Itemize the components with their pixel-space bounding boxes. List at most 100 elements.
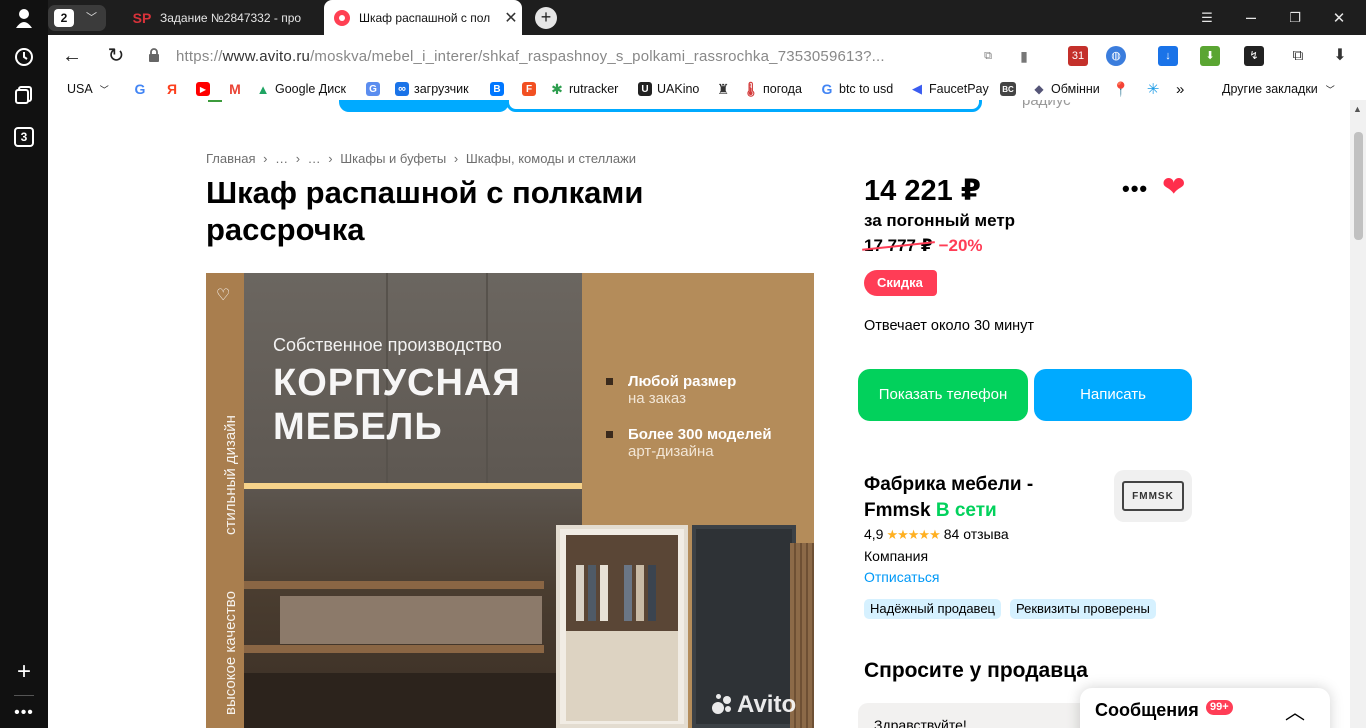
- tab-task[interactable]: SP Задание №2847332 - про: [123, 0, 321, 35]
- url-path: /moskva/mebel_i_interer/shkaf_raspashnoy…: [310, 48, 885, 65]
- unsubscribe-link[interactable]: Отписаться: [864, 569, 939, 585]
- chess-icon: ♜: [716, 80, 730, 97]
- gmail-icon: M: [229, 81, 241, 97]
- new-tab-button[interactable]: +: [535, 7, 557, 29]
- reply-time: Отвечает около 30 минут: [864, 318, 1035, 334]
- online-status: В сети: [935, 500, 997, 521]
- bookmark-translate[interactable]: G: [366, 80, 385, 98]
- globe-extension-icon[interactable]: ◍: [1106, 46, 1126, 66]
- listing-photo[interactable]: ♡ стильный дизайн высокое качество Собст…: [206, 273, 814, 728]
- bookmark-loader[interactable]: ∞ загрузчик: [395, 80, 469, 98]
- write-button[interactable]: Написать: [1034, 369, 1192, 421]
- bookmark-star[interactable]: ✳: [1146, 80, 1165, 98]
- close-window-icon[interactable]: ✕: [1318, 0, 1360, 35]
- bookmark-vk[interactable]: B: [490, 80, 509, 98]
- youtube-icon: ▶: [196, 82, 210, 96]
- discount-percent: −20%: [938, 236, 983, 255]
- tab-avito[interactable]: Шкаф распашной с пол ✕: [324, 0, 522, 35]
- avito-favicon-icon: [334, 9, 350, 26]
- bookmark-exchange[interactable]: ◆ Обмінни: [1032, 80, 1099, 98]
- tab-groups-counter[interactable]: 3: [9, 122, 39, 152]
- reload-icon[interactable]: ↻: [104, 44, 128, 68]
- bookmark-uakino[interactable]: U UAKino: [638, 80, 699, 98]
- breadcrumb-home[interactable]: Главная: [206, 151, 255, 166]
- bookmark-usa[interactable]: USA ﹀: [67, 80, 109, 98]
- vk-icon: B: [490, 82, 504, 96]
- badge-reliable-seller[interactable]: Надёжный продавец: [864, 599, 1001, 619]
- bookmark-icon[interactable]: ▮: [1014, 46, 1034, 66]
- minimize-icon[interactable]: –: [1230, 0, 1272, 35]
- extension-icon[interactable]: ↯: [1244, 46, 1264, 66]
- photo-favorite-icon[interactable]: ♡: [216, 285, 230, 305]
- more-options-icon[interactable]: •••: [1122, 176, 1148, 202]
- download-icon[interactable]: ↓: [1158, 46, 1178, 66]
- radius-label-partial[interactable]: радиус: [1022, 100, 1071, 109]
- add-icon[interactable]: +: [9, 657, 39, 687]
- badge-verified-details[interactable]: Реквизиты проверены: [1010, 599, 1156, 619]
- bookmark-weather[interactable]: 🌡 погода: [742, 80, 802, 98]
- bookmark-maps[interactable]: 📍: [1112, 80, 1133, 98]
- profile-icon[interactable]: [9, 3, 39, 33]
- restore-icon[interactable]: ❐: [1274, 0, 1316, 35]
- bc-icon: BC: [1000, 82, 1016, 96]
- yandex-icon: Я: [166, 81, 178, 97]
- category-button-partial[interactable]: [339, 100, 509, 112]
- seller-type: Компания: [864, 548, 929, 564]
- bookmark-faucetpay[interactable]: ◀ FaucetPay: [910, 80, 989, 98]
- chevron-up-icon[interactable]: ︿: [1285, 696, 1305, 725]
- history-icon[interactable]: [9, 42, 39, 72]
- maps-icon: 📍: [1112, 80, 1130, 97]
- photo-subtitle: Собственное производство: [273, 335, 502, 355]
- google-drive-icon: ▲: [256, 81, 270, 97]
- bookmark-f[interactable]: F: [522, 80, 541, 98]
- bookmark-btc-usd[interactable]: Gbtc to usd: [820, 80, 894, 98]
- tabs-counter-button[interactable]: 2 ﹀: [48, 5, 106, 31]
- menu-icon[interactable]: ☰: [1186, 0, 1228, 35]
- price: 14 221 ₽: [864, 175, 981, 207]
- breadcrumb-ellipsis[interactable]: …: [308, 151, 321, 166]
- sale-badge: Скидка: [864, 270, 937, 296]
- breadcrumb-cabinets[interactable]: Шкафы и буфеты: [340, 151, 446, 166]
- scrollbar-thumb[interactable]: [1354, 132, 1363, 240]
- seller-rating[interactable]: 4,9 ★★★★★ 84 отзыва: [864, 526, 1009, 543]
- scroll-up-icon[interactable]: ▲: [1353, 104, 1362, 114]
- breadcrumb-wardrobes[interactable]: Шкафы, комоды и стеллажи: [466, 151, 636, 166]
- breadcrumb-ellipsis[interactable]: …: [275, 151, 288, 166]
- bookmark-google[interactable]: G: [133, 80, 152, 98]
- lock-icon: [146, 48, 162, 64]
- seller-logo[interactable]: FMMSK: [1114, 470, 1192, 522]
- exchange-icon: ◆: [1034, 82, 1044, 96]
- close-tab-icon[interactable]: ✕: [500, 8, 522, 28]
- extensions-icon[interactable]: ⧉: [1288, 46, 1308, 66]
- photo-bullet: Любой размер на заказ: [606, 373, 736, 407]
- calendar-extension-icon[interactable]: 31: [1068, 46, 1088, 66]
- back-icon[interactable]: ←: [60, 44, 84, 68]
- favorite-heart-icon[interactable]: ❤: [1162, 170, 1185, 203]
- more-dots-icon[interactable]: •••: [9, 698, 39, 728]
- bookmark-bc[interactable]: BC: [1000, 80, 1021, 98]
- translate-page-icon[interactable]: ⧉: [978, 46, 998, 66]
- downloader-extension-icon[interactable]: ⬇: [1200, 46, 1220, 66]
- bookmark-google-drive[interactable]: ▲ Google Диск: [256, 80, 346, 98]
- bookmark-youtube[interactable]: ▶: [196, 80, 215, 98]
- other-bookmarks-button[interactable]: Другие закладки ﹀: [1222, 80, 1335, 98]
- bookmark-gmail[interactable]: M: [228, 80, 247, 98]
- url-host: www.avito.ru: [222, 48, 311, 65]
- search-input-partial[interactable]: [506, 100, 982, 112]
- price-unit: за погонный метр: [864, 211, 1016, 230]
- collections-icon[interactable]: [9, 80, 39, 110]
- show-phone-button[interactable]: Показать телефон: [858, 369, 1028, 421]
- messages-count-badge: 99+: [1206, 700, 1233, 715]
- page-scrollbar[interactable]: ▲: [1350, 100, 1366, 728]
- url-prefix: https://: [176, 48, 223, 65]
- messages-widget[interactable]: Сообщения 99+ ︿: [1080, 688, 1330, 728]
- bookmark-rutracker[interactable]: ✱ rutracker: [550, 80, 618, 98]
- chevron-down-icon: ﹀: [86, 12, 97, 24]
- url-field[interactable]: https://www.avito.ru/moskva/mebel_i_inte…: [140, 40, 1020, 72]
- seller-name[interactable]: Фабрика мебели - Fmmsk В сети: [864, 472, 1094, 524]
- downloads-list-icon[interactable]: ⬇: [1330, 46, 1350, 66]
- avito-watermark: Avito: [712, 691, 796, 719]
- bookmark-chess[interactable]: ♜: [716, 80, 735, 98]
- bookmark-yandex[interactable]: Я: [165, 80, 184, 98]
- bookmarks-overflow-button[interactable]: »: [1176, 80, 1184, 98]
